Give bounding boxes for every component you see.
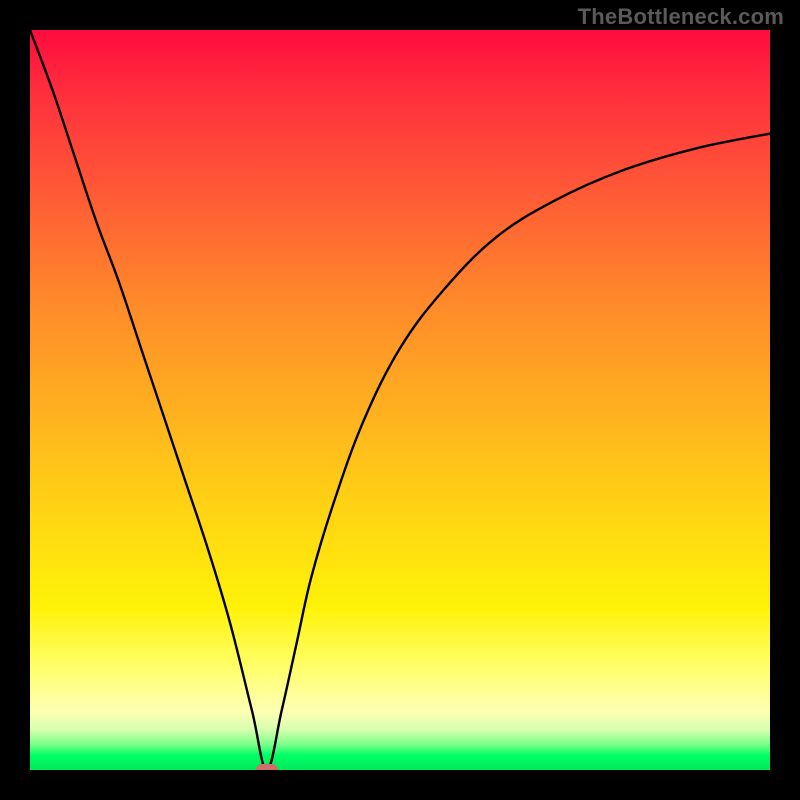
curve-path: [30, 30, 770, 770]
plot-area: [30, 30, 770, 770]
watermark-text: TheBottleneck.com: [578, 4, 784, 30]
minimum-marker: [256, 764, 278, 770]
bottleneck-curve: [30, 30, 770, 770]
chart-frame: TheBottleneck.com: [0, 0, 800, 800]
